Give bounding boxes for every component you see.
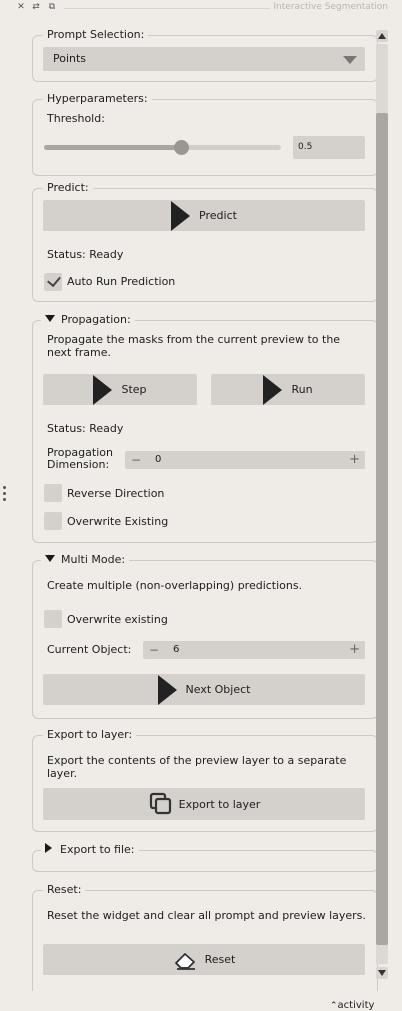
- auto-run-label: Auto Run Prediction: [67, 275, 176, 288]
- play-icon: [157, 674, 177, 705]
- threshold-slider-handle[interactable]: [174, 140, 189, 155]
- float-icon[interactable]: ⇄: [31, 2, 41, 13]
- collapse-arrow-icon: [45, 555, 55, 562]
- propagation-description: Propagate the masks from the current pre…: [47, 333, 341, 359]
- threshold-slider[interactable]: [44, 145, 281, 150]
- threshold-slider-fill: [44, 145, 181, 150]
- check-icon: [47, 272, 61, 288]
- hyperparameters-title: Hyperparameters:: [43, 92, 152, 106]
- multi-mode-group: Multi Mode: Create multiple (non-overlap…: [32, 553, 378, 719]
- export-file-title-text: Export to file:: [60, 843, 135, 856]
- current-object-stepper[interactable]: − 6 +: [143, 641, 365, 659]
- multi-mode-description: Create multiple (non-overlapping) predic…: [47, 579, 303, 592]
- title-divider: [64, 8, 270, 9]
- next-object-button-label: Next Object: [185, 683, 251, 696]
- threshold-label: Threshold:: [47, 112, 105, 125]
- reset-title: Reset:: [43, 883, 86, 897]
- propagation-dimension-value: 0: [155, 454, 162, 465]
- multi-overwrite-label: Overwrite existing: [67, 613, 168, 626]
- reset-group: Reset: Reset the widget and clear all pr…: [32, 883, 378, 991]
- prompt-type-value: Points: [53, 52, 87, 65]
- close-icon[interactable]: ✕: [16, 2, 26, 13]
- export-file-group: Export to file:: [32, 843, 378, 872]
- reset-description: Reset the widget and clear all prompt an…: [47, 909, 366, 922]
- activity-label: activity: [337, 1000, 375, 1011]
- restore-icon[interactable]: ⧉: [47, 2, 57, 13]
- play-icon: [263, 374, 283, 405]
- dock-handle[interactable]: [3, 486, 6, 504]
- scrollbar-thumb[interactable]: [376, 113, 388, 945]
- predict-status: Status: Ready: [47, 248, 124, 261]
- scroll-down-button[interactable]: [376, 967, 388, 979]
- reverse-direction-label: Reverse Direction: [67, 487, 165, 500]
- eraser-icon: [174, 952, 195, 970]
- export-to-layer-label: Export to layer: [178, 797, 261, 811]
- scroll-up-button[interactable]: [376, 30, 388, 42]
- play-icon: [171, 200, 191, 231]
- reset-button[interactable]: Reset: [43, 944, 365, 975]
- prompt-selection-title: Prompt Selection:: [43, 28, 149, 42]
- chevron-down-icon: [343, 56, 357, 64]
- minus-icon[interactable]: −: [131, 451, 141, 469]
- propagation-group: Propagation: Propagate the masks from th…: [32, 313, 378, 543]
- threshold-input[interactable]: 0.5: [293, 136, 365, 159]
- predict-button-label: Predict: [199, 209, 237, 222]
- multi-mode-title[interactable]: Multi Mode:: [41, 553, 130, 567]
- propagation-title-text: Propagation:: [61, 313, 131, 326]
- activity-toggle[interactable]: ⌃activity: [330, 1000, 374, 1011]
- multi-mode-title-text: Multi Mode:: [61, 553, 126, 566]
- multi-overwrite-checkbox[interactable]: [44, 610, 62, 628]
- propagation-title[interactable]: Propagation:: [41, 313, 135, 327]
- overwrite-existing-checkbox[interactable]: [44, 512, 62, 530]
- expand-arrow-icon: [45, 843, 52, 853]
- title-bar: ✕ ⇄ ⧉ Interactive Segmentation: [0, 0, 402, 16]
- prompt-type-select[interactable]: Points: [43, 47, 365, 71]
- hyperparameters-group: Hyperparameters: Threshold: 0.5: [32, 92, 378, 176]
- current-object-value: 6: [173, 644, 180, 655]
- window-title: Interactive Segmentation: [273, 2, 388, 12]
- export-layer-description: Export the contents of the preview layer…: [47, 754, 347, 780]
- run-button-label: Run: [291, 383, 313, 396]
- play-icon: [93, 374, 113, 405]
- chevron-up-icon: ⌃: [330, 1001, 338, 1011]
- propagation-dimension-stepper[interactable]: − 0 +: [125, 451, 365, 469]
- export-file-title[interactable]: Export to file:: [41, 843, 139, 857]
- reset-button-label: Reset: [204, 953, 236, 966]
- overwrite-existing-label: Overwrite Existing: [67, 515, 169, 528]
- prompt-selection-group: Prompt Selection: Points: [32, 28, 378, 82]
- predict-group: Predict: Predict Status: Ready Auto Run …: [32, 181, 378, 302]
- run-button[interactable]: Run: [211, 374, 365, 405]
- export-to-layer-button[interactable]: Export to layer: [43, 788, 365, 820]
- plus-icon[interactable]: +: [349, 451, 360, 469]
- minus-icon[interactable]: −: [149, 641, 159, 659]
- predict-button[interactable]: Predict: [43, 200, 365, 231]
- current-object-label: Current Object:: [47, 643, 132, 656]
- next-object-button[interactable]: Next Object: [43, 674, 365, 705]
- plus-icon[interactable]: +: [349, 641, 360, 659]
- step-button[interactable]: Step: [43, 374, 197, 405]
- export-layer-title: Export to layer:: [43, 728, 137, 742]
- propagation-dimension-label: Propagation Dimension:: [47, 446, 113, 471]
- export-layer-group: Export to layer: Export the contents of …: [32, 728, 378, 832]
- layers-icon: [149, 792, 171, 815]
- auto-run-checkbox[interactable]: [44, 272, 62, 291]
- predict-title: Predict:: [43, 181, 93, 195]
- step-button-label: Step: [121, 383, 147, 396]
- collapse-arrow-icon: [45, 315, 55, 322]
- propagation-status: Status: Ready: [47, 422, 124, 435]
- reverse-direction-checkbox[interactable]: [44, 484, 62, 502]
